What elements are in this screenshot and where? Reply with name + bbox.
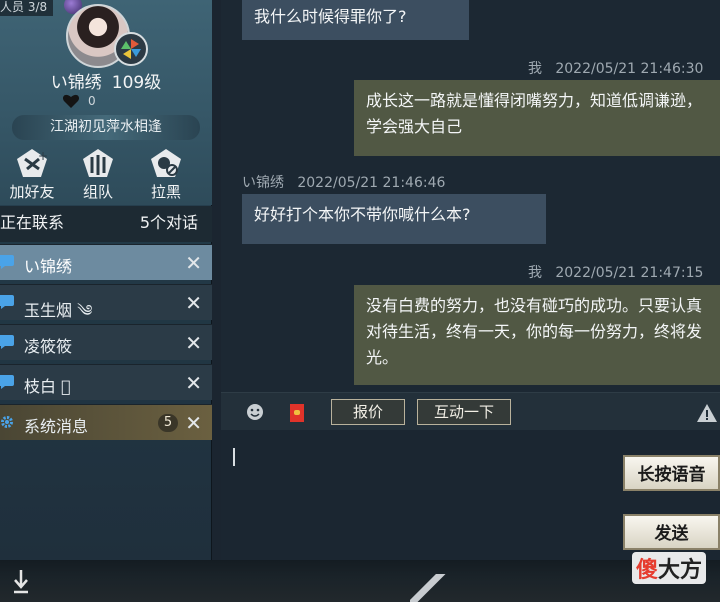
team-icon [79,147,117,181]
incoming-message: 好好打个本你不带你喊什么本? [242,194,546,244]
incoming-message: 我什么时候得罪你了? [242,0,469,40]
feather-icon [410,574,446,602]
gear-icon [1,416,13,428]
down-arrow-icon [14,570,28,594]
likes: 0 [62,93,96,109]
player-level: 109级 [111,73,162,93]
conversation-item[interactable]: 枝白 ゙ ✕ [0,364,212,400]
quote-price-button[interactable]: 报价 [331,399,405,425]
conversation-item[interactable]: 凌筱筱 ✕ [0,324,212,360]
conversation-item[interactable]: い锦绣 ✕ [0,244,212,280]
interact-button[interactable]: 互动一下 [417,399,511,425]
chat-bubble-icon [0,375,14,389]
add-friend-button[interactable]: + 加好友 [2,147,62,202]
conversation-item[interactable]: 玉生烟 ༄ ✕ [0,284,212,320]
sender-name: 我 [528,265,542,281]
block-label: 拉黑 [150,183,181,201]
message-header: 我 2022/05/21 21:47:15 [528,262,703,282]
contacts-header-label: 正在联系 [0,213,65,232]
sender-name: 我 [528,61,542,77]
chat-bubble-icon [0,295,14,309]
member-count-label: 人员 3/8 [0,0,54,16]
conversation-name: 枝白 ゙ [24,377,71,396]
conversation-name: い锦绣 [24,257,73,276]
contacts-header: 正在联系 5个对话 [0,206,212,242]
block-button[interactable]: 拉黑 [136,147,196,202]
hold-to-talk-button[interactable]: 长按语音 [623,455,720,491]
watermark: 傻大方 [631,552,706,584]
message-input[interactable]: 长按语音 发送 [221,430,720,560]
chat-bubble-icon [0,255,14,269]
close-icon[interactable]: ✕ [185,251,202,275]
conversation-count: 5个对话 [139,213,198,232]
message-header: い锦绣 2022/05/21 21:46:46 [242,172,445,192]
conversation-name: 凌筱筱 [24,337,73,356]
profile-card: 人员 3/8 い锦绣 109级 0 江湖初见萍水相逢 + 加好友 组队 拉黑 [0,0,212,205]
close-icon[interactable]: ✕ [185,331,202,355]
team-label: 组队 [82,183,113,201]
chat-bubble-icon [0,335,14,349]
close-icon[interactable]: ✕ [185,411,202,435]
message-header: 我 2022/05/21 21:46:30 [528,58,703,78]
svg-text:+: + [38,149,48,163]
player-name: い锦绣 [50,73,102,93]
chat-messages-panel[interactable]: 我什么时候得罪你了? 我 2022/05/21 21:46:30 成长这一路就是… [221,0,720,392]
unread-count-badge: 5 [158,414,178,432]
sender-name: い锦绣 [242,175,284,191]
message-time: 2022/05/21 21:46:46 [297,175,446,191]
text-caret [233,448,235,466]
team-button[interactable]: 组队 [68,147,128,202]
school-badge-icon [114,32,148,66]
outgoing-message: 成长这一路就是懂得闭嘴努力，知道低调谦逊，学会强大自己 [354,80,720,156]
pinwheel-icon [121,39,141,59]
conversation-name: 系统消息 [24,417,89,436]
watermark-part2: 大方 [657,558,702,583]
contact-sidebar: 人员 3/8 い锦绣 109级 0 江湖初见萍水相逢 + 加好友 组队 拉黑 正… [0,0,212,560]
player-name-line: い锦绣 109级 [0,68,212,93]
chat-toolbar: 报价 互动一下 [221,392,720,430]
emoji-icon[interactable] [246,403,264,421]
watermark-part1: 傻 [635,558,658,583]
likes-count: 0 [88,94,96,108]
add-friend-label: 加好友 [9,183,55,201]
close-icon[interactable]: ✕ [185,371,202,395]
add-friend-icon: + [13,147,51,181]
block-icon [147,147,185,181]
close-icon[interactable]: ✕ [185,291,202,315]
heart-icon [62,94,80,108]
game-scene-strip: 傻大方 [0,552,720,602]
message-time: 2022/05/21 21:47:15 [555,265,704,281]
outgoing-message: 没有白费的努力，也没有碰巧的成功。只要认真对待生活，终有一天，你的每一份努力，终… [354,285,720,385]
report-warning-icon[interactable] [696,403,718,423]
system-messages-item[interactable]: 系统消息 5 ✕ [0,404,212,440]
send-button[interactable]: 发送 [623,514,720,550]
red-packet-icon[interactable] [290,404,304,422]
message-time: 2022/05/21 21:46:30 [555,61,704,77]
signature: 江湖初见萍水相逢 [12,115,200,140]
